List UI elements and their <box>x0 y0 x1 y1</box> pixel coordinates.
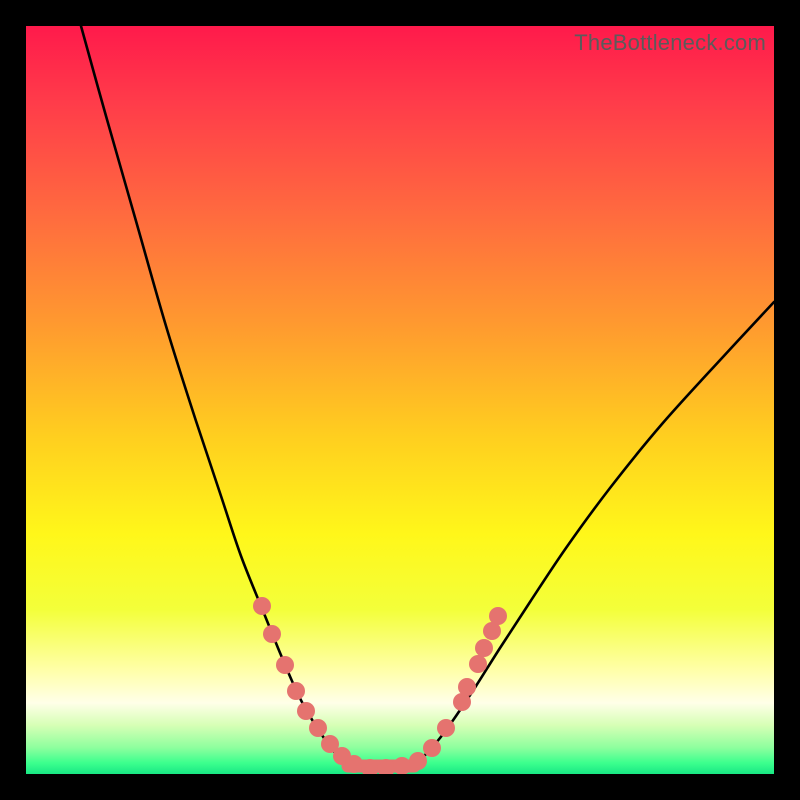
curve-marker <box>458 678 476 696</box>
curve-marker <box>475 639 493 657</box>
curve-marker <box>437 719 455 737</box>
curve-marker <box>309 719 327 737</box>
curve-marker <box>276 656 294 674</box>
curve-marker <box>263 625 281 643</box>
curve-marker <box>297 702 315 720</box>
curve-marker <box>469 655 487 673</box>
curve-layer <box>26 26 774 774</box>
curve-marker <box>489 607 507 625</box>
curve-marker <box>345 755 363 773</box>
curve-marker <box>409 752 427 770</box>
curve-marker <box>287 682 305 700</box>
curve-marker <box>253 597 271 615</box>
chart-frame: TheBottleneck.com <box>26 26 774 774</box>
curve-left-branch <box>81 26 348 766</box>
curve-markers <box>253 597 507 774</box>
plot-area: TheBottleneck.com <box>26 26 774 774</box>
curve-marker <box>423 739 441 757</box>
watermark-text: TheBottleneck.com <box>574 30 766 56</box>
